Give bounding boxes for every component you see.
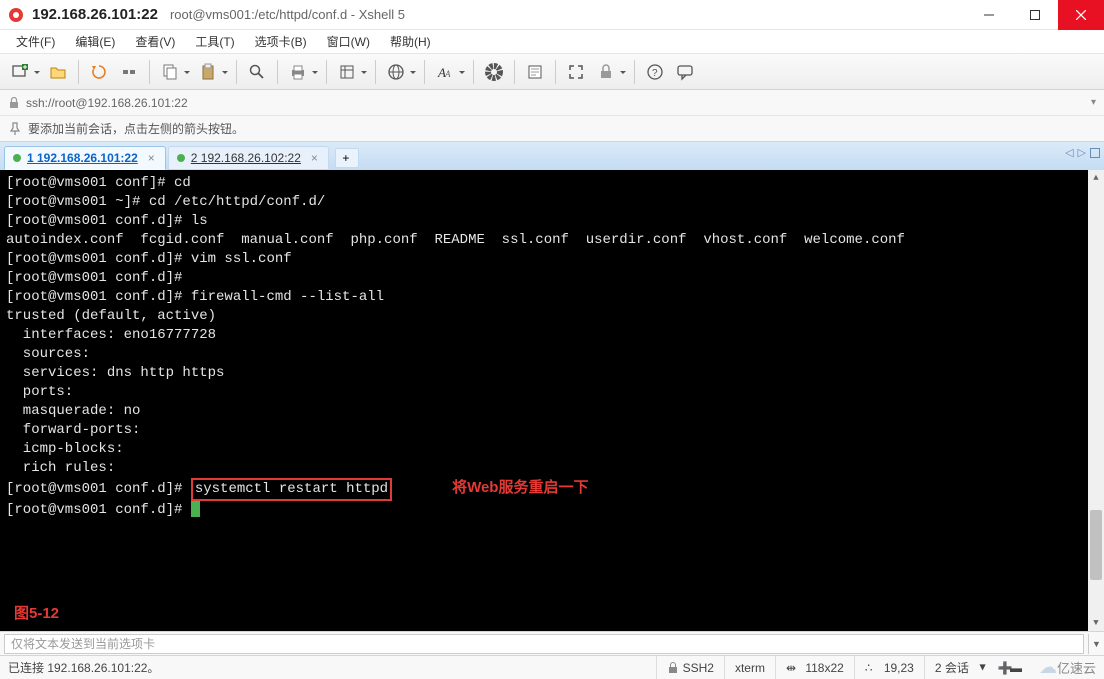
font-button[interactable]: AA [431, 58, 467, 86]
find-button[interactable] [243, 58, 271, 86]
session-tab-2[interactable]: 2 192.168.26.102:22 × [168, 146, 329, 170]
session-tab-strip: 1 192.168.26.101:22 × 2 192.168.26.102:2… [0, 142, 1104, 170]
tab-label: 1 192.168.26.101:22 [27, 151, 138, 165]
status-connection: 已连接 192.168.26.101:22。 [8, 659, 656, 676]
lock-icon [667, 662, 679, 674]
menu-help[interactable]: 帮助(H) [382, 31, 439, 52]
status-protocol: SSH2 [656, 656, 724, 679]
address-text[interactable]: ssh://root@192.168.26.101:22 [26, 96, 188, 110]
terminal-line: interfaces: eno16777728 [6, 326, 1098, 345]
highlighted-command: systemctl restart httpd [191, 478, 392, 501]
terminal-line: [root@vms001 conf.d]# ls [6, 212, 1098, 231]
toolbar: AA ? [0, 54, 1104, 90]
tab-close-icon[interactable]: × [311, 151, 318, 165]
open-session-button[interactable] [44, 58, 72, 86]
terminal-area[interactable]: [root@vms001 conf]# cd [root@vms001 ~]# … [0, 170, 1104, 631]
session-tab-1[interactable]: 1 192.168.26.101:22 × [4, 146, 166, 170]
terminal-line: [root@vms001 ~]# cd /etc/httpd/conf.d/ [6, 193, 1098, 212]
menu-view[interactable]: 查看(V) [127, 31, 183, 52]
window-title-bar: 192.168.26.101:22 root@vms001:/etc/httpd… [0, 0, 1104, 30]
terminal-line: trusted (default, active) [6, 307, 1098, 326]
app-logo-icon [8, 7, 24, 23]
tab-next-icon[interactable]: ▷ [1078, 146, 1086, 159]
paste-button[interactable] [194, 58, 230, 86]
tab-label: 2 192.168.26.102:22 [191, 151, 301, 165]
terminal-line: rich rules: [6, 459, 1098, 478]
cloud-icon: ☁ [1039, 657, 1057, 678]
pin-icon[interactable] [8, 122, 22, 136]
terminal-line: [root@vms001 conf.d]# firewall-cmd --lis… [6, 288, 1098, 307]
properties-button[interactable] [333, 58, 369, 86]
print-button[interactable] [284, 58, 320, 86]
fullscreen-button[interactable] [562, 58, 590, 86]
annotation-text: 将Web服务重启一下 [452, 479, 588, 496]
menu-tools[interactable]: 工具(T) [187, 31, 242, 52]
address-bar: ssh://root@192.168.26.101:22 ▾ [0, 90, 1104, 116]
figure-label: 图5-12 [14, 604, 59, 623]
terminal-line: [root@vms001 conf.d]# [6, 269, 1098, 288]
terminal-scrollbar[interactable]: ▲ ▼ [1088, 170, 1104, 631]
new-session-button[interactable] [6, 58, 42, 86]
status-dot-icon [177, 154, 185, 162]
terminal-line: ports: [6, 383, 1098, 402]
title-host: 192.168.26.101:22 [32, 6, 158, 23]
maximize-button[interactable] [1012, 0, 1058, 30]
help-button[interactable]: ? [641, 58, 669, 86]
reconnect-button[interactable] [85, 58, 113, 86]
language-button[interactable] [382, 58, 418, 86]
tab-prev-icon[interactable]: ◁ [1065, 146, 1073, 159]
menu-bar: 文件(F) 编辑(E) 查看(V) 工具(T) 选项卡(B) 窗口(W) 帮助(… [0, 30, 1104, 54]
status-cursor-pos: ∴ 19,23 [854, 656, 924, 679]
send-input-row: 仅将文本发送到当前选项卡 ▼ [0, 631, 1104, 655]
lock-button[interactable] [592, 58, 628, 86]
svg-text:?: ? [652, 68, 658, 79]
disconnect-button[interactable] [115, 58, 143, 86]
status-session-count: 2 会话 ▶ ➕ ▬ [924, 656, 1029, 679]
minimize-button[interactable] [966, 0, 1012, 30]
terminal-line: [root@vms001 conf]# cd [6, 174, 1098, 193]
script-button[interactable] [521, 58, 549, 86]
scroll-thumb[interactable] [1090, 510, 1102, 580]
menu-file[interactable]: 文件(F) [8, 31, 63, 52]
menu-edit[interactable]: 编辑(E) [67, 31, 123, 52]
terminal-line: autoindex.conf fcgid.conf manual.conf ph… [6, 231, 1098, 250]
copy-button[interactable] [156, 58, 192, 86]
terminal-line: icmp-blocks: [6, 440, 1098, 459]
cursor-icon [191, 501, 200, 517]
svg-text:A: A [444, 69, 451, 79]
lock-icon [8, 97, 20, 109]
terminal-line: [root@vms001 conf.d]# systemctl restart … [6, 478, 1098, 501]
terminal-line: sources: [6, 345, 1098, 364]
terminal-line: masquerade: no [6, 402, 1098, 421]
chat-button[interactable] [671, 58, 699, 86]
terminal-line: services: dns http https [6, 364, 1098, 383]
status-term-type: xterm [724, 656, 775, 679]
send-mode-dropdown[interactable]: ▼ [1088, 634, 1104, 654]
status-size: ⇹ 118x22 [775, 656, 854, 679]
menu-tabs[interactable]: 选项卡(B) [247, 31, 315, 52]
send-input[interactable]: 仅将文本发送到当前选项卡 [4, 634, 1084, 654]
terminal-line: [root@vms001 conf.d]# vim ssl.conf [6, 250, 1098, 269]
hint-text: 要添加当前会话，点击左侧的箭头按钮。 [28, 120, 244, 137]
brand-label: 亿速云 [1057, 658, 1096, 677]
add-tab-button[interactable]: + [335, 148, 359, 168]
title-subtitle: root@vms001:/etc/httpd/conf.d - Xshell 5 [170, 7, 405, 22]
scroll-up-icon[interactable]: ▲ [1088, 170, 1104, 186]
hint-bar: 要添加当前会话，点击左侧的箭头按钮。 [0, 116, 1104, 142]
terminal-line: forward-ports: [6, 421, 1098, 440]
tab-list-icon[interactable] [1090, 148, 1100, 158]
menu-window[interactable]: 窗口(W) [319, 31, 378, 52]
scroll-down-icon[interactable]: ▼ [1088, 615, 1104, 631]
close-button[interactable] [1058, 0, 1104, 30]
tab-close-icon[interactable]: × [148, 151, 155, 165]
status-dot-icon [13, 154, 21, 162]
terminal-line: [root@vms001 conf.d]# [6, 501, 1098, 520]
status-bar: 已连接 192.168.26.101:22。 SSH2 xterm ⇹ 118x… [0, 655, 1104, 679]
address-dropdown-icon[interactable]: ▾ [1091, 97, 1096, 108]
tab-nav-controls[interactable]: ◁ ▷ [1065, 146, 1100, 159]
color-scheme-button[interactable] [480, 58, 508, 86]
